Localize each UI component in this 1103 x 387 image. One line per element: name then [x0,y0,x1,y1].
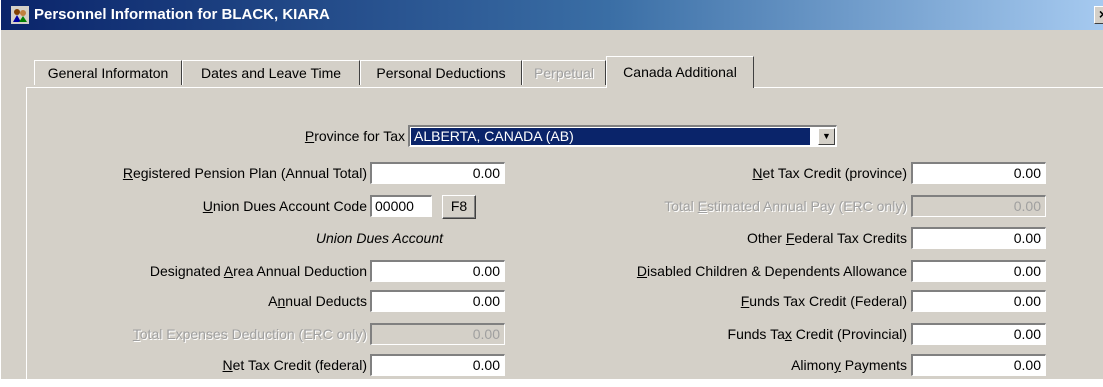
pension-label: Registered Pension Plan (Annual Total) [122,165,367,181]
tab-general-information[interactable]: General Informaton [34,60,182,85]
app-icon [11,6,29,24]
chevron-down-icon[interactable]: ▼ [818,128,835,145]
personnel-window: Personnel Information for BLACK, KIARA ×… [0,0,1103,387]
estimated-annual-pay-field: 0.00 [911,195,1046,217]
union-code-label: Union Dues Account Code [202,198,367,214]
total-expenses-label: Total Expenses Deduction (ERC only) [132,326,367,342]
disabled-children-label: Disabled Children & Dependents Allowance [636,263,907,279]
tab-perpetual: Perpetual [522,60,606,85]
tab-dates-and-leave-time[interactable]: Dates and Leave Time [182,60,360,85]
close-icon: × [1099,6,1103,22]
province-select[interactable]: ALBERTA, CANADA (AB) ▼ [408,125,837,147]
net-tax-credit-province-field[interactable]: 0.00 [911,162,1046,184]
net-tax-credit-federal-field[interactable]: 0.00 [370,354,505,376]
disabled-children-field[interactable]: 0.00 [911,260,1046,282]
estimated-annual-pay-label: Total Estimated Annual Pay (ERC only) [664,198,907,214]
total-expenses-field: 0.00 [370,323,505,345]
alimony-payments-field[interactable]: 0.00 [911,354,1046,376]
alimony-payments-label: Alimony Payments [791,357,907,373]
title-bar[interactable]: Personnel Information for BLACK, KIARA × [1,0,1103,30]
window-title: Personnel Information for BLACK, KIARA [34,6,330,23]
province-value: ALBERTA, CANADA (AB) [411,128,810,145]
funds-tax-credit-federal-label: Funds Tax Credit (Federal) [740,293,907,309]
net-tax-credit-federal-label: Net Tax Credit (federal) [222,357,367,373]
province-label: Province for Tax [304,128,405,144]
funds-tax-credit-provincial-label: Funds Tax Credit (Provincial) [727,326,907,342]
designated-area-field[interactable]: 0.00 [370,260,505,282]
other-federal-credits-field[interactable]: 0.00 [911,227,1046,249]
annual-deducts-field[interactable]: 0.00 [370,290,505,312]
close-button[interactable]: × [1094,6,1103,24]
funds-tax-credit-federal-field[interactable]: 0.00 [911,290,1046,312]
annual-deducts-label: Annual Deducts [268,293,367,309]
net-tax-credit-province-label: Net Tax Credit (province) [752,165,907,181]
funds-tax-credit-provincial-field[interactable]: 0.00 [911,323,1046,345]
pension-field[interactable]: 0.00 [370,162,505,184]
other-federal-credits-label: Other Federal Tax Credits [746,230,907,246]
designated-area-label: Designated Area Annual Deduction [149,263,367,279]
tab-personal-deductions[interactable]: Personal Deductions [360,60,522,85]
union-code-lookup-button[interactable]: F8 [442,195,476,219]
tab-canada-additional[interactable]: Canada Additional [606,56,754,88]
union-code-field[interactable]: 00000 [370,195,432,217]
union-dues-account-label: Union Dues Account [315,230,443,246]
